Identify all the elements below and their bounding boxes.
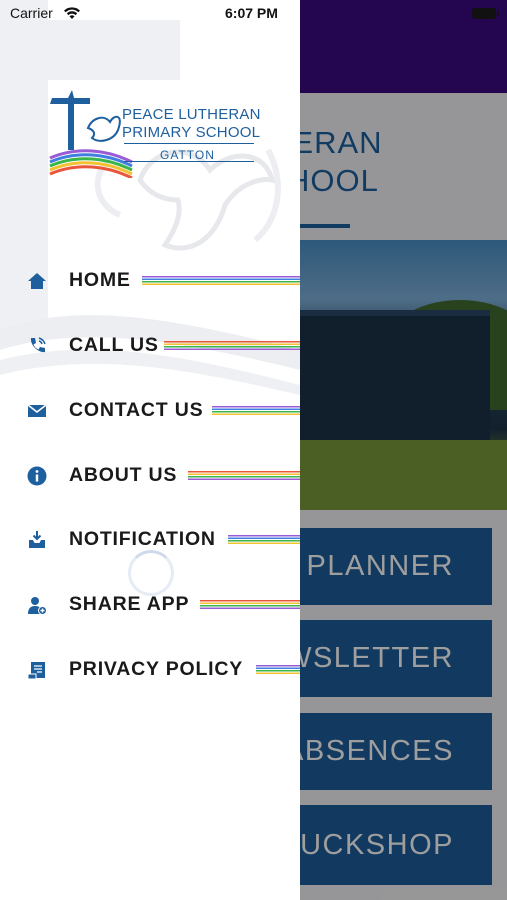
battery-icon — [472, 8, 499, 19]
carrier-label: Carrier — [10, 5, 53, 21]
menu-label-about-us: ABOUT US — [69, 464, 178, 486]
rainbow-divider — [142, 276, 300, 286]
logo-divider-bottom — [124, 161, 254, 162]
rainbow-divider — [200, 600, 300, 610]
status-time: 6:07 PM — [225, 5, 278, 21]
school-logo-text: PEACE LUTHERAN PRIMARY SCHOOL GATTON — [122, 106, 261, 164]
status-bar: Carrier 6:07 PM — [0, 0, 507, 28]
menu-item-call-us[interactable]: CALL US — [0, 325, 300, 365]
logo-divider-top — [124, 143, 254, 144]
menu-label-notification: NOTIFICATION — [69, 528, 216, 550]
menu-label-share-app: SHARE APP — [69, 593, 190, 615]
rainbow-divider — [256, 665, 300, 675]
logo-line1: PEACE LUTHERAN — [122, 106, 261, 123]
rainbow-divider — [228, 535, 300, 545]
envelope-icon — [27, 404, 47, 417]
menu-label-call-us: CALL US — [69, 334, 159, 356]
certificate-icon — [27, 662, 45, 680]
loading-spinner-icon — [128, 550, 174, 596]
navigation-drawer: PEACE LUTHERAN PRIMARY SCHOOL GATTON HOM… — [0, 0, 300, 900]
phone-icon — [30, 337, 46, 353]
home-icon — [28, 273, 46, 289]
menu-label-home: HOME — [69, 269, 131, 291]
menu-label-contact-us: CONTACT US — [69, 399, 204, 421]
info-icon — [27, 466, 47, 486]
menu-item-about-us[interactable]: ABOUT US — [0, 455, 300, 495]
wifi-icon — [64, 7, 80, 19]
user-add-icon — [28, 597, 47, 615]
rainbow-divider — [212, 406, 300, 416]
menu-item-contact-us[interactable]: CONTACT US — [0, 390, 300, 430]
logo-line2: PRIMARY SCHOOL — [122, 124, 261, 141]
menu-item-home[interactable]: HOME — [0, 260, 300, 300]
menu-item-privacy-policy[interactable]: PRIVACY POLICY — [0, 649, 300, 689]
inbox-download-icon — [29, 531, 45, 548]
rainbow-divider — [188, 471, 300, 481]
menu-label-privacy-policy: PRIVACY POLICY — [69, 658, 244, 680]
rainbow-divider — [164, 341, 300, 351]
